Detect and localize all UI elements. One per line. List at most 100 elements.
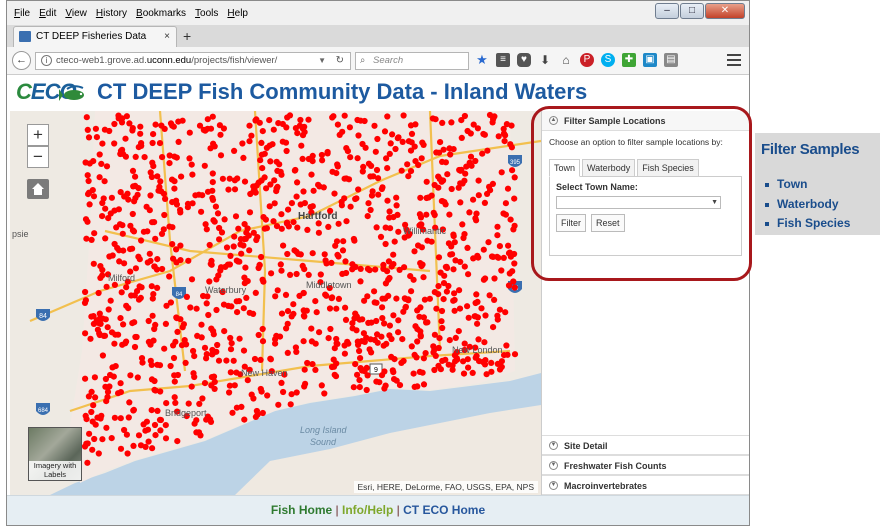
sample-location-point[interactable] xyxy=(359,140,366,148)
sample-location-point[interactable] xyxy=(118,289,125,296)
sample-location-point[interactable] xyxy=(448,119,455,126)
sample-location-point[interactable] xyxy=(373,166,381,174)
sample-location-point[interactable] xyxy=(373,224,380,231)
sample-location-point[interactable] xyxy=(193,305,200,312)
sample-location-point[interactable] xyxy=(250,183,257,190)
sample-location-point[interactable] xyxy=(174,438,181,445)
sample-location-point[interactable] xyxy=(333,360,340,367)
sample-location-point[interactable] xyxy=(411,248,418,255)
sample-location-point[interactable] xyxy=(400,112,407,119)
sample-location-point[interactable] xyxy=(379,315,386,322)
sample-location-point[interactable] xyxy=(395,228,402,235)
sample-location-point[interactable] xyxy=(91,374,98,381)
sample-location-point[interactable] xyxy=(294,130,301,137)
sample-location-point[interactable] xyxy=(368,319,375,326)
sample-location-point[interactable] xyxy=(92,394,99,401)
menu-history[interactable]: History xyxy=(96,6,127,22)
sample-location-point[interactable] xyxy=(82,330,89,337)
sample-location-point[interactable] xyxy=(121,260,128,267)
sample-location-point[interactable] xyxy=(149,312,156,319)
sample-location-point[interactable] xyxy=(354,155,361,162)
sample-location-point[interactable] xyxy=(203,226,210,233)
sample-location-point[interactable] xyxy=(129,245,136,252)
sample-location-point[interactable] xyxy=(417,304,424,311)
sample-location-point[interactable] xyxy=(436,176,443,183)
sample-location-point[interactable] xyxy=(89,446,96,453)
sample-location-point[interactable] xyxy=(138,237,145,244)
sample-location-point[interactable] xyxy=(147,357,154,364)
sample-location-point[interactable] xyxy=(174,371,181,379)
sample-location-point[interactable] xyxy=(177,209,184,216)
sample-location-point[interactable] xyxy=(145,317,152,325)
sample-location-point[interactable] xyxy=(480,246,487,253)
sample-location-point[interactable] xyxy=(90,193,98,200)
sample-location-point[interactable] xyxy=(435,283,442,290)
sample-location-point[interactable] xyxy=(452,257,459,264)
sample-location-point[interactable] xyxy=(489,119,496,126)
sample-location-point[interactable] xyxy=(393,194,400,201)
sample-location-point[interactable] xyxy=(500,130,508,137)
sample-location-point[interactable] xyxy=(491,296,498,303)
sample-location-point[interactable] xyxy=(111,414,118,421)
ct-eco-home-link[interactable]: CT ECO Home xyxy=(403,503,485,517)
sample-location-point[interactable] xyxy=(147,169,154,176)
sample-location-point[interactable] xyxy=(226,261,233,268)
sample-location-point[interactable] xyxy=(129,167,137,174)
sample-location-point[interactable] xyxy=(210,217,217,224)
sample-location-point[interactable] xyxy=(169,241,176,248)
sample-location-point[interactable] xyxy=(221,216,228,223)
sample-location-point[interactable] xyxy=(339,270,346,277)
sample-location-point[interactable] xyxy=(432,352,439,359)
sample-location-point[interactable] xyxy=(415,161,422,169)
sample-location-point[interactable] xyxy=(204,188,212,195)
sample-location-point[interactable] xyxy=(419,139,426,146)
sample-location-point[interactable] xyxy=(463,163,470,170)
sample-location-point[interactable] xyxy=(156,140,164,147)
sample-location-point[interactable] xyxy=(166,160,173,167)
sample-location-point[interactable] xyxy=(469,369,476,376)
sample-location-point[interactable] xyxy=(154,407,161,414)
sample-location-point[interactable] xyxy=(443,288,450,295)
sample-location-point[interactable] xyxy=(154,173,161,180)
sample-location-point[interactable] xyxy=(104,324,111,331)
sample-location-point[interactable] xyxy=(195,191,202,198)
sample-location-point[interactable] xyxy=(196,122,204,129)
sample-location-point[interactable] xyxy=(213,276,220,283)
sample-location-point[interactable] xyxy=(259,325,266,333)
sample-location-point[interactable] xyxy=(158,230,166,237)
sample-location-point[interactable] xyxy=(84,440,91,447)
sample-location-point[interactable] xyxy=(465,271,472,278)
sample-location-point[interactable] xyxy=(388,353,395,360)
sample-location-point[interactable] xyxy=(375,191,382,198)
sample-location-point[interactable] xyxy=(494,223,501,230)
sample-location-point[interactable] xyxy=(455,328,462,335)
sample-location-point[interactable] xyxy=(201,344,209,351)
menu-tools[interactable]: Tools xyxy=(195,6,218,22)
sample-location-point[interactable] xyxy=(230,243,237,250)
sample-location-point[interactable] xyxy=(149,159,156,166)
sample-location-point[interactable] xyxy=(119,341,126,348)
sample-location-point[interactable] xyxy=(151,263,158,270)
sample-location-point[interactable] xyxy=(437,269,444,276)
sample-location-point[interactable] xyxy=(384,197,391,204)
sample-location-point[interactable] xyxy=(396,266,403,273)
sample-location-point[interactable] xyxy=(456,166,463,174)
sample-location-point[interactable] xyxy=(285,206,292,213)
sample-location-point[interactable] xyxy=(234,309,241,316)
sample-location-point[interactable] xyxy=(221,328,228,335)
sample-location-point[interactable] xyxy=(429,115,436,122)
sample-location-point[interactable] xyxy=(108,435,115,442)
sample-location-point[interactable] xyxy=(472,299,479,307)
sample-location-point[interactable] xyxy=(264,392,271,399)
sample-location-point[interactable] xyxy=(244,377,251,384)
sample-location-point[interactable] xyxy=(504,185,512,192)
sample-location-point[interactable] xyxy=(86,430,93,437)
sample-location-point[interactable] xyxy=(145,338,152,345)
sample-location-point[interactable] xyxy=(371,336,378,344)
sample-location-point[interactable] xyxy=(259,338,267,345)
sample-location-point[interactable] xyxy=(171,178,178,185)
sample-location-point[interactable] xyxy=(100,332,107,339)
sample-location-point[interactable] xyxy=(433,305,440,312)
sample-location-point[interactable] xyxy=(496,306,503,313)
sample-location-point[interactable] xyxy=(136,283,143,290)
